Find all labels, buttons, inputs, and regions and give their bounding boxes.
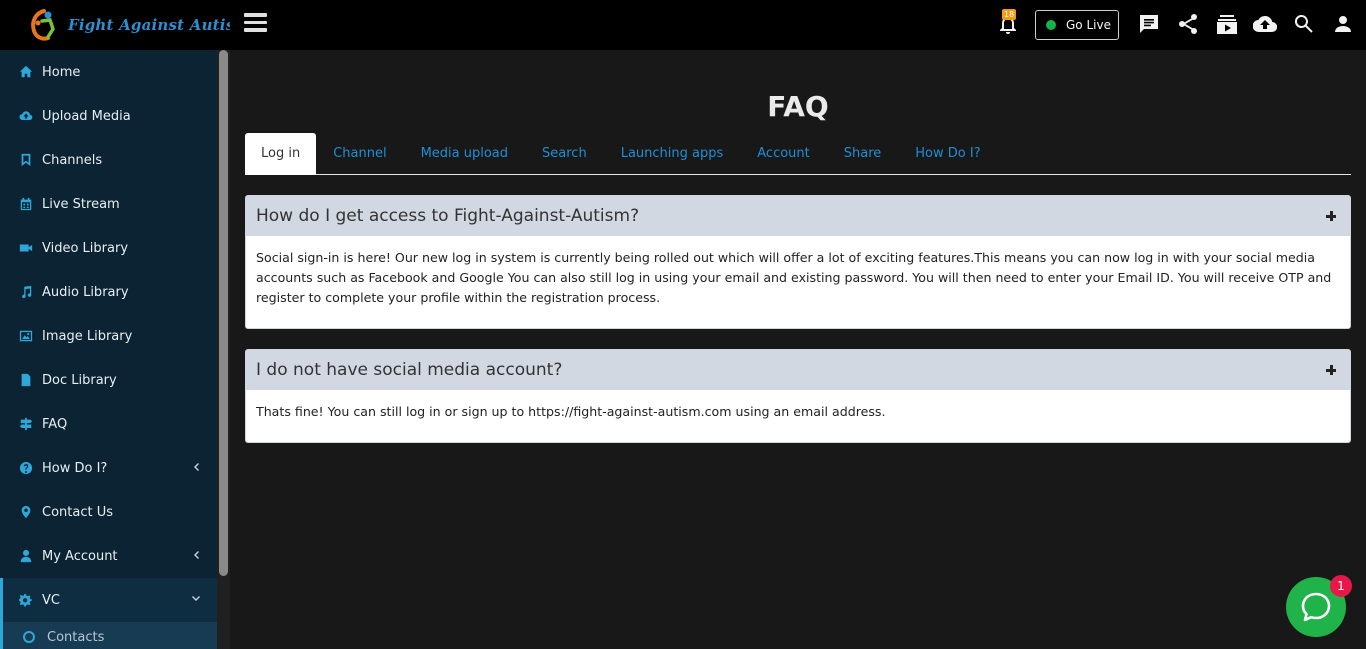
share-icon[interactable] [1176, 12, 1200, 36]
document-icon [18, 372, 34, 388]
sidebar-item-label: My Account [42, 548, 118, 564]
sidebar: Fight Against Autism Home Upload Media C… [0, 0, 250, 649]
search-icon[interactable] [1292, 12, 1316, 36]
logo-figure-icon [26, 7, 62, 43]
sidebar-item-label: Audio Library [42, 284, 129, 300]
user-icon[interactable] [1331, 12, 1355, 36]
tab-channel[interactable]: Channel [316, 133, 403, 175]
sidebar-item-label: How Do I? [42, 460, 108, 476]
tab-search[interactable]: Search [525, 133, 604, 175]
sidebar-item-home[interactable]: Home [0, 50, 217, 94]
sidebar-item-label: VC [42, 592, 60, 608]
bookmark-icon [18, 152, 34, 168]
sidebar-item-my-account[interactable]: My Account [0, 534, 217, 578]
notification-count-badge: 18 [1002, 9, 1017, 20]
faq-question: I do not have social media account? [256, 360, 563, 380]
sidebar-item-vc[interactable]: VC [0, 578, 217, 622]
tab-how-do-i[interactable]: How Do I? [898, 133, 997, 175]
live-dot-icon [1046, 20, 1056, 30]
video-camera-icon [18, 240, 34, 256]
plus-icon[interactable] [1326, 365, 1336, 375]
sidebar-item-label: Video Library [42, 240, 129, 256]
sidebar-item-video-library[interactable]: Video Library [0, 226, 217, 270]
faq-question-header[interactable]: How do I get access to Fight-Against-Aut… [246, 196, 1350, 236]
sidebar-item-label: Channels [42, 152, 103, 168]
faq-panel: How do I get access to Fight-Against-Aut… [245, 195, 1351, 329]
faq-answer: Social sign-in is here! Our new log in s… [256, 250, 1332, 305]
subscriptions-icon[interactable] [1215, 12, 1239, 36]
sidebar-item-image-library[interactable]: Image Library [0, 314, 217, 358]
cloud-upload-icon [18, 108, 34, 124]
sidebar-scrollbar[interactable] [217, 50, 230, 649]
sidebar-item-upload-media[interactable]: Upload Media [0, 94, 217, 138]
user-icon [18, 548, 34, 564]
sidebar-item-live-stream[interactable]: Live Stream [0, 182, 217, 226]
sidebar-scrollbar-thumb[interactable] [219, 50, 228, 576]
tab-share[interactable]: Share [827, 133, 899, 175]
sidebar-item-label: Doc Library [42, 372, 117, 388]
sidebar-item-how-do-i[interactable]: How Do I? [0, 446, 217, 490]
sidebar-item-label: Home [42, 64, 81, 80]
faq-answer: Thats fine! You can still log in or sign… [256, 404, 886, 419]
app-root: Fight Against Autism Home Upload Media C… [0, 0, 1366, 649]
chat-bubble-icon [1301, 592, 1331, 622]
cloud-upload-icon[interactable] [1252, 12, 1278, 36]
sidebar-item-label: Contact Us [42, 504, 113, 520]
map-pin-icon [18, 504, 34, 520]
sidebar-subitem-label: Contacts [47, 629, 105, 645]
page-title: FAQ [767, 90, 829, 123]
top-bar: 18 Go Live [230, 0, 1366, 50]
tab-launching-apps[interactable]: Launching apps [604, 133, 741, 175]
sidebar-item-label: Live Stream [42, 196, 120, 212]
sidebar-menu: Home Upload Media Channels Live Stream V… [0, 50, 217, 649]
chat-unread-badge: 1 [1330, 575, 1352, 597]
tab-account[interactable]: Account [740, 133, 827, 175]
tab-media-upload[interactable]: Media upload [404, 133, 525, 175]
faq-question-header[interactable]: I do not have social media account? [246, 350, 1350, 390]
calendar-icon [18, 196, 34, 212]
menu-toggle-icon[interactable] [244, 13, 267, 33]
brand-logo[interactable]: Fight Against Autism [0, 0, 250, 50]
go-live-button[interactable]: Go Live [1035, 10, 1119, 40]
gears-icon [18, 592, 34, 608]
sidebar-item-audio-library[interactable]: Audio Library [0, 270, 217, 314]
sidebar-subitem-contacts[interactable]: Contacts [0, 622, 217, 649]
brand-name: Fight Against Autism [68, 16, 251, 34]
main-content: FAQ Log in Channel Media upload Search L… [245, 50, 1351, 443]
music-note-icon [18, 284, 34, 300]
sidebar-item-label: Upload Media [42, 108, 131, 124]
plus-icon[interactable] [1326, 211, 1336, 221]
signpost-icon [18, 416, 34, 432]
faq-question: How do I get access to Fight-Against-Aut… [256, 206, 640, 226]
home-icon [18, 64, 34, 80]
chevron-left-icon [191, 549, 201, 561]
sidebar-item-contact-us[interactable]: Contact Us [0, 490, 217, 534]
sidebar-item-faq[interactable]: FAQ [0, 402, 217, 446]
go-live-label: Go Live [1066, 18, 1111, 32]
sidebar-item-channels[interactable]: Channels [0, 138, 217, 182]
sidebar-item-doc-library[interactable]: Doc Library [0, 358, 217, 402]
chat-icon[interactable] [1137, 12, 1161, 36]
image-icon [18, 328, 34, 344]
faq-tabs: Log in Channel Media upload Search Launc… [245, 133, 1351, 175]
sidebar-item-label: FAQ [42, 416, 68, 432]
sidebar-item-label: Image Library [42, 328, 133, 344]
faq-panel: I do not have social media account? That… [245, 349, 1351, 443]
question-icon [18, 460, 34, 476]
circle-icon [23, 631, 35, 643]
tab-log-in[interactable]: Log in [245, 133, 317, 175]
chevron-down-icon [191, 593, 201, 605]
chevron-left-icon [191, 461, 201, 473]
